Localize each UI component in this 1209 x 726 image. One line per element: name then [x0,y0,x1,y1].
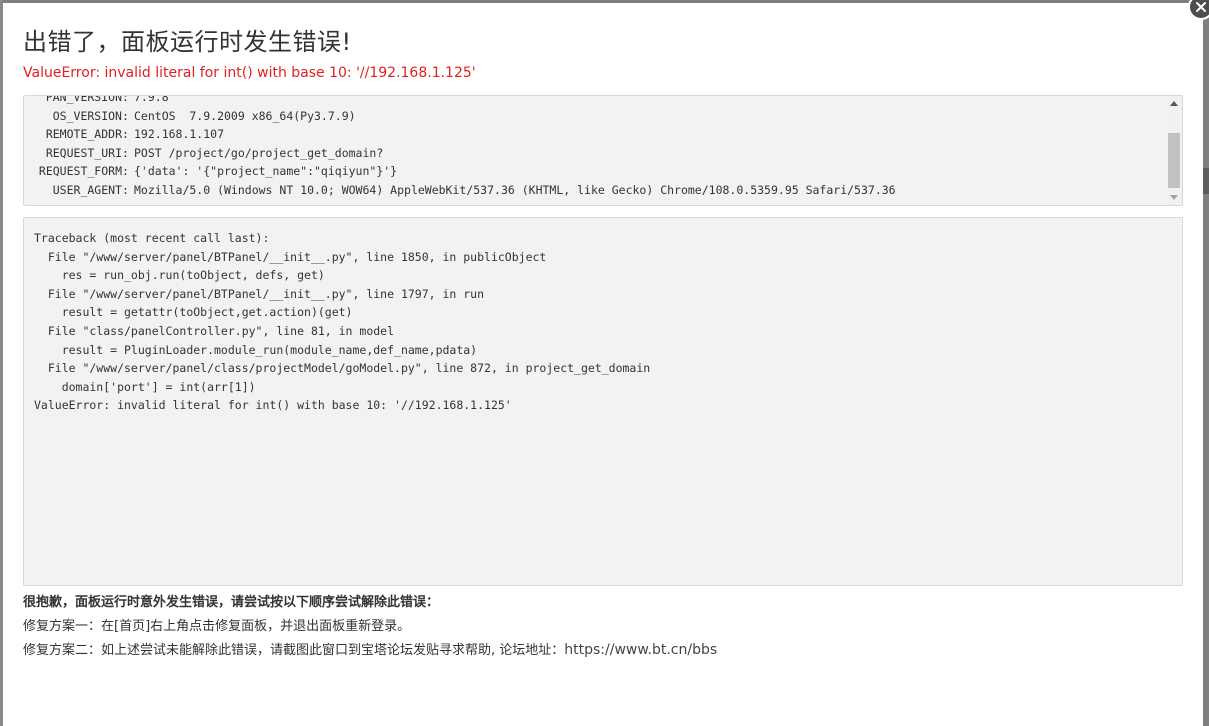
environment-key: PAN_VERSION [45,95,122,104]
environment-separator: : [122,182,129,197]
fix-option-two-text: 修复方案二：如上述尝试未能解除此错误，请截图此窗口到宝塔论坛发贴寻求帮助, 论坛… [23,643,565,658]
traceback-line: File "/www/server/panel/BTPanel/__init__… [34,286,485,301]
environment-row: OS_VERSION: CentOS 7.9.2009 x86_64(Py3.7.… [24,107,1166,126]
environment-key: OS_VERSION [52,108,122,123]
traceback-line: ValueError: invalid literal for int() wi… [34,398,512,413]
environment-row: REMOTE_ADDR:192.168.1.107 [24,125,1166,144]
traceback-line: File "/www/server/panel/class/projectMod… [34,361,651,376]
environment-value: 192.168.1.107 [134,127,225,142]
environment-value: CentOS 7.9.2009 x86_64(Py3.7.9) [134,108,356,123]
environment-info-content: PAN_VERSION:7.9.8 OS_VERSION: CentOS 7.9.2… [24,95,1166,200]
error-message: ValueError: invalid literal for int() wi… [23,65,476,81]
error-dialog: 出错了，面板运行时发生错误! ValueError: invalid liter… [3,3,1203,726]
environment-info-panel[interactable]: PAN_VERSION:7.9.8 OS_VERSION: CentOS 7.9.2… [23,95,1183,206]
environment-row: REQUEST_FORM: {'data': '{"project_name":"… [24,162,1166,181]
traceback-line: res = run_obj.run(toObject, defs, get) [34,268,325,283]
environment-row: PAN_VERSION:7.9.8 [24,95,1166,107]
traceback-line: domain['port'] = int(arr[1]) [34,379,256,394]
environment-separator: : [122,164,129,179]
environment-value: POST /project/go/project_get_domain? [134,145,384,160]
background-page-tab [1203,168,1209,194]
help-heading: 很抱歉，面板运行时意外发生错误，请尝试按以下顺序尝试解除此错误： [23,595,440,610]
forum-url: https://www.bt.cn/bbs [564,642,718,658]
dialog-title: 出错了，面板运行时发生错误! [23,28,352,56]
traceback-line: File "/www/server/panel/BTPanel/__init__… [34,249,547,264]
traceback-panel[interactable]: Traceback (most recent call last): File … [23,217,1183,586]
environment-key: REQUEST_FORM [38,164,122,179]
environment-value: Mozilla/5.0 (Windows NT 10.0; WOW64) App… [134,182,896,197]
environment-value: 7.9.8 [134,95,169,104]
environment-separator: : [122,95,129,104]
fix-option-two: 修复方案二：如上述尝试未能解除此错误，请截图此窗口到宝塔论坛发贴寻求帮助, 论坛… [23,639,717,658]
traceback-line: File "class/panelController.py", line 81… [34,323,395,338]
scrollbar-thumb[interactable] [1168,133,1180,188]
environment-key: USER_AGENT [52,182,122,197]
environment-scrollbar[interactable] [1166,96,1182,205]
environment-separator: : [122,145,129,160]
traceback-line: result = PluginLoader.module_run(module_… [34,342,478,357]
environment-key: REMOTE_ADDR [45,127,122,142]
environment-separator: : [122,108,129,123]
fix-option-one: 修复方案一：在[首页]右上角点击修复面板，并退出面板重新登录。 [23,619,411,634]
environment-separator: : [122,127,129,142]
environment-value: {'data': '{"project_name":"qiqiyun"}'} [134,164,398,179]
environment-key: REQUEST_URI [45,145,122,160]
traceback-line: Traceback (most recent call last): [34,231,270,245]
scroll-up-icon[interactable] [1170,101,1178,106]
environment-row: USER_AGENT: Mozilla/5.0 (Windows NT 10.0;… [24,181,1166,200]
environment-row: REQUEST_URI: POST /project/go/project_get… [24,144,1166,163]
scroll-down-icon[interactable] [1170,195,1178,200]
overlay-backdrop-right [1203,0,1209,726]
traceback-line: result = getattr(toObject,get.action)(ge… [34,305,353,320]
close-icon [1196,2,1206,12]
